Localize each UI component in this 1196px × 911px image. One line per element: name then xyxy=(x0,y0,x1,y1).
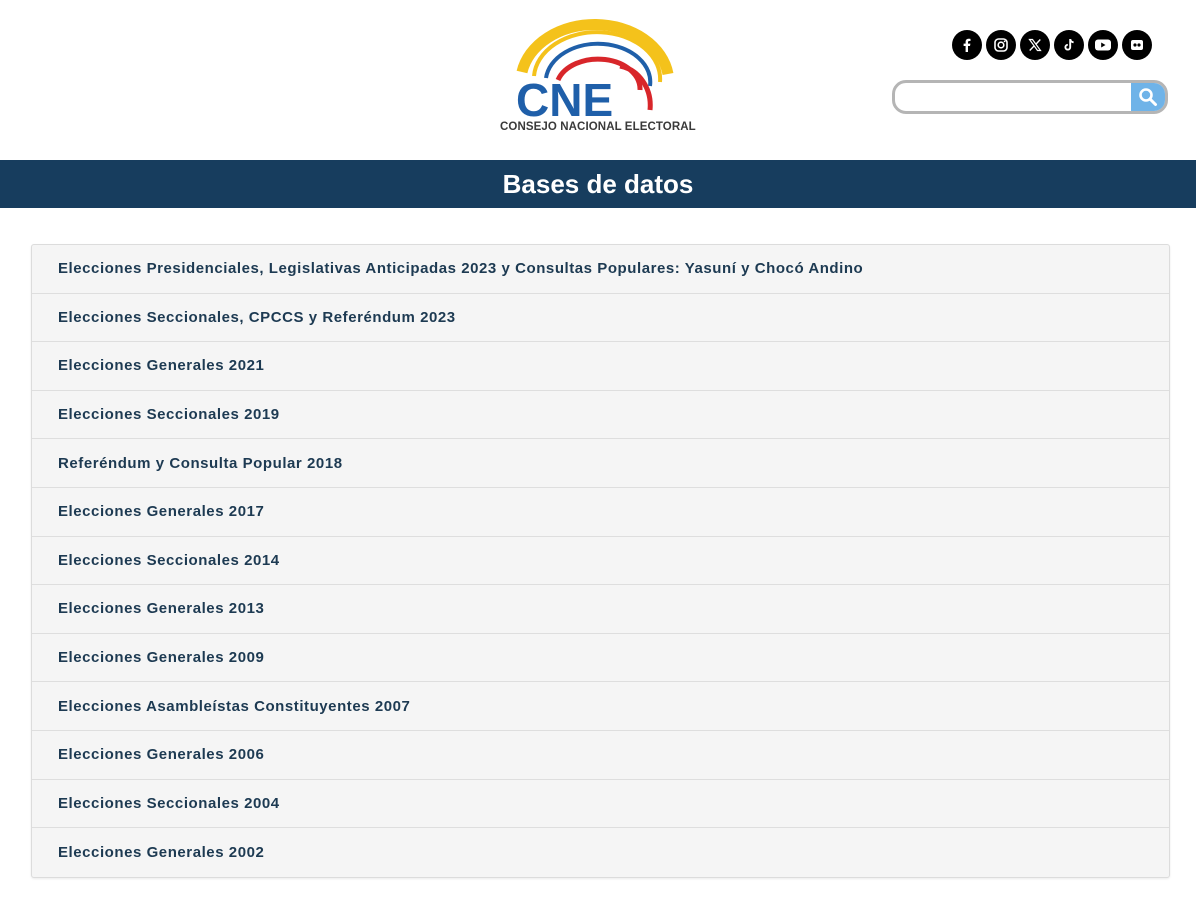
list-item[interactable]: Elecciones Generales 2013 xyxy=(32,585,1169,634)
instagram-link[interactable] xyxy=(986,30,1016,60)
list-item-label: Elecciones Seccionales 2004 xyxy=(58,794,280,812)
facebook-icon xyxy=(963,38,971,52)
list-item-label: Elecciones Generales 2021 xyxy=(58,357,265,375)
list-item-label: Elecciones Generales 2013 xyxy=(58,600,265,618)
list-item-label: Elecciones Asambleístas Constituyentes 2… xyxy=(58,697,411,715)
list-item-label: Elecciones Generales 2006 xyxy=(58,746,265,764)
list-item-label: Elecciones Generales 2017 xyxy=(58,503,265,521)
list-item[interactable]: Elecciones Generales 2002 xyxy=(32,828,1169,877)
x-link[interactable] xyxy=(1020,30,1050,60)
list-item-label: Elecciones Generales 2009 xyxy=(58,649,265,667)
search-input[interactable] xyxy=(895,83,1131,111)
tiktok-link[interactable] xyxy=(1054,30,1084,60)
list-item-label: Elecciones Generales 2002 xyxy=(58,843,265,861)
list-item[interactable]: Elecciones Generales 2017 xyxy=(32,488,1169,537)
cne-logo-graphic: CNE xyxy=(516,18,674,124)
list-item[interactable]: Elecciones Generales 2009 xyxy=(32,634,1169,683)
list-item-label: Elecciones Seccionales, CPCCS y Referénd… xyxy=(58,308,456,326)
flickr-icon xyxy=(1131,40,1143,50)
tiktok-icon xyxy=(1064,38,1074,51)
page-title-bar: Bases de datos xyxy=(0,160,1196,208)
list-item[interactable]: Elecciones Asambleístas Constituyentes 2… xyxy=(32,682,1169,731)
youtube-icon xyxy=(1095,39,1111,51)
search-button[interactable] xyxy=(1131,83,1165,111)
instagram-icon xyxy=(994,38,1008,52)
list-item-label: Elecciones Seccionales 2014 xyxy=(58,551,280,569)
list-item[interactable]: Elecciones Generales 2006 xyxy=(32,731,1169,780)
svg-text:CNE: CNE xyxy=(516,74,613,124)
database-list: Elecciones Presidenciales, Legislativas … xyxy=(31,244,1170,878)
list-item-label: Elecciones Presidenciales, Legislativas … xyxy=(58,260,864,278)
youtube-link[interactable] xyxy=(1088,30,1118,60)
x-icon xyxy=(1028,38,1042,52)
list-item[interactable]: Elecciones Seccionales 2019 xyxy=(32,391,1169,440)
list-item[interactable]: Elecciones Presidenciales, Legislativas … xyxy=(32,245,1169,294)
social-links xyxy=(952,30,1152,60)
list-item[interactable]: Elecciones Seccionales 2004 xyxy=(32,780,1169,829)
logo-caption: CONSEJO NACIONAL ELECTORAL xyxy=(500,121,696,133)
page-title: Bases de datos xyxy=(502,168,694,199)
list-item[interactable]: Elecciones Seccionales 2014 xyxy=(32,537,1169,586)
list-item[interactable]: Referéndum y Consulta Popular 2018 xyxy=(32,439,1169,488)
cne-logo[interactable]: CNE CONSEJO NACIONAL ELECTORAL xyxy=(500,14,696,140)
search-icon xyxy=(1139,88,1157,106)
list-item[interactable]: Elecciones Generales 2021 xyxy=(32,342,1169,391)
search-box xyxy=(892,80,1168,114)
list-item-label: Referéndum y Consulta Popular 2018 xyxy=(58,454,343,472)
list-item-label: Elecciones Seccionales 2019 xyxy=(58,406,280,424)
facebook-link[interactable] xyxy=(952,30,982,60)
flickr-link[interactable] xyxy=(1122,30,1152,60)
list-item[interactable]: Elecciones Seccionales, CPCCS y Referénd… xyxy=(32,294,1169,343)
site-header: CNE CONSEJO NACIONAL ELECTORAL xyxy=(0,0,1196,160)
